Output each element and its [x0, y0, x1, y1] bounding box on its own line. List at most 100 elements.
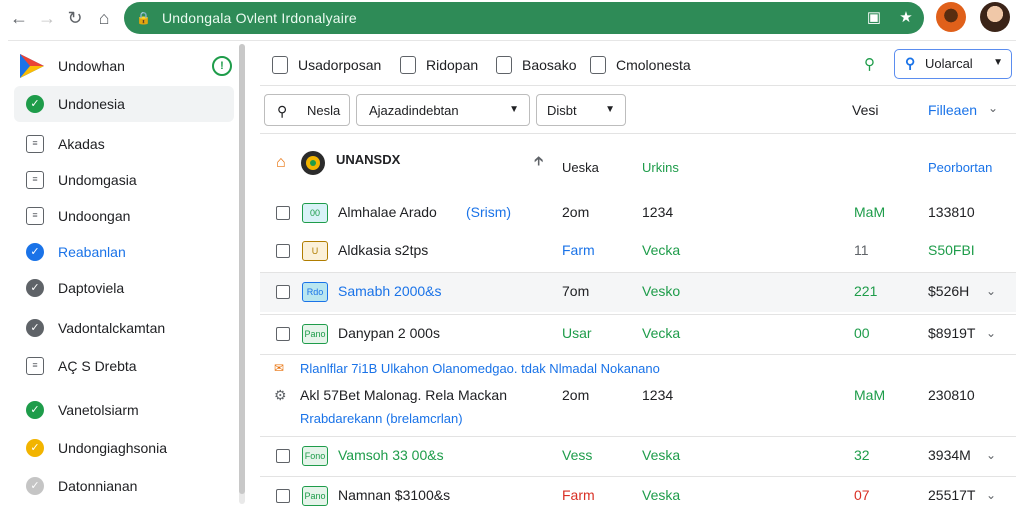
profile-avatar[interactable]	[980, 2, 1010, 32]
toolbar-select[interactable]: ⚲ Uolarcal ▼	[894, 49, 1012, 79]
arrow-left-icon[interactable]: ←	[8, 7, 30, 29]
row-col4: 32	[854, 447, 870, 463]
address-bar[interactable]: 🔒 Undongala Ovlent Irdonalyaire ▣ ★	[124, 2, 924, 34]
expanded-row-line3[interactable]: Rrabdarekann (brelamcrlan)	[300, 411, 463, 426]
home-icon: ⌂	[276, 154, 286, 171]
search-icon[interactable]: ⚲	[864, 55, 882, 73]
chevron-down-icon[interactable]: ⌄	[986, 488, 996, 502]
row-col4: 11	[854, 242, 869, 258]
sidebar-item-4[interactable]: ✓ Reabanlan	[14, 234, 234, 270]
table-row[interactable]: Pano Danypan 2 000s Usar Vecka 00 $8919T ⌄	[260, 314, 1016, 354]
table-row[interactable]: Fono Vamsoh 33 00&s Vess Veska 32 3934M ⌄	[260, 436, 1016, 476]
chevron-down-icon[interactable]: ⌄	[986, 448, 996, 462]
sidebar-item-label: Vadontalckamtan	[58, 320, 166, 336]
brand-name: Undowhan	[58, 58, 125, 74]
chevron-down-icon: ▼	[993, 57, 1003, 68]
column-header-name[interactable]: UNANSDX	[336, 152, 400, 167]
chevron-down-icon[interactable]: ⌄	[986, 326, 996, 340]
brand[interactable]: Undowhan !	[18, 50, 238, 84]
row-checkbox[interactable]	[276, 489, 290, 503]
tab-icon[interactable]: ▣	[864, 8, 884, 28]
sidebar-item-label: Akadas	[58, 136, 105, 152]
extension-avatar[interactable]	[936, 2, 966, 32]
row-checkbox[interactable]	[276, 285, 290, 299]
row-col3: Veska	[642, 487, 681, 503]
expanded-row-col3: 1234	[642, 387, 674, 403]
table-row[interactable]: Pano Namnan $3100&s Farm Veska 07 25517T ⌄	[260, 476, 1016, 512]
row-col5: $8919T	[928, 325, 976, 341]
row-tag: Fono	[302, 446, 328, 466]
check-grey-icon: ✓	[26, 477, 44, 495]
chevron-down-icon[interactable]: ⌄	[988, 101, 998, 115]
scrollbar-thumb[interactable]	[239, 44, 245, 494]
sidebar-item-label: Vanetolsiarm	[58, 402, 139, 418]
arrow-right-icon[interactable]: →	[36, 7, 58, 29]
row-col5: $526H	[928, 283, 970, 299]
row-checkbox[interactable]	[276, 206, 290, 220]
filter-dropdown-1[interactable]: Ajazadindebtan ▼	[356, 94, 530, 126]
search-button-label: Nesla	[307, 103, 341, 118]
row-name: Almhalae Arado	[338, 204, 437, 220]
row-col2: 2om	[562, 204, 590, 220]
sidebar-item-0[interactable]: ✓ Undonesia	[14, 86, 234, 122]
view-label[interactable]: Vesi	[852, 102, 878, 118]
row-col4: 07	[854, 487, 870, 503]
row-col2: Usar	[562, 325, 592, 341]
row-col5: 3934M	[928, 447, 971, 463]
column-header-5[interactable]: Peorbortan	[928, 160, 992, 175]
table-row[interactable]: 00 Almhalae Arado (Srism) 2om 1234 MaM 133810	[260, 194, 1016, 234]
info-circle-icon[interactable]: !	[212, 56, 232, 76]
sidebar-item-8[interactable]: ✓ Vanetolsiarm	[14, 392, 234, 428]
row-col3: Veska	[642, 447, 681, 463]
sidebar-item-9[interactable]: ✓ Undongiaghsonia	[14, 430, 234, 466]
sidebar-item-label: Undonesia	[58, 96, 125, 112]
sidebar-item-label: Undoongan	[58, 208, 131, 224]
expanded-row-col5: 230810	[928, 387, 975, 403]
sidebar-item-1[interactable]: ≡ Akadas	[14, 126, 234, 162]
sidebar-item-5[interactable]: ✓ Daptoviela	[14, 270, 234, 306]
row-checkbox[interactable]	[276, 244, 290, 258]
table-row[interactable]: U Aldkasia s2tps Farm Vecka 11 S50FBI	[260, 232, 1016, 272]
search-icon: ⚲	[905, 55, 916, 71]
row-col5: S50FBI	[928, 242, 975, 258]
star-icon[interactable]: ★	[896, 8, 916, 28]
row-name: Danypan 2 000s	[338, 325, 440, 341]
brand-logo-icon	[20, 54, 44, 78]
table-row[interactable]: Rdo Samabh 2000&s 7om Vesko 221 $526H ⌄	[260, 272, 1016, 312]
row-col3: 1234	[642, 204, 674, 220]
filter-dropdown-2[interactable]: Disbt ▼	[536, 94, 626, 126]
row-col2: 7om	[562, 283, 590, 299]
sidebar-item-7[interactable]: ≡ AÇ S Drebta	[14, 348, 234, 384]
sidebar-item-label: Undomgasia	[58, 172, 137, 188]
chart-icon: ≡	[26, 135, 44, 153]
sidebar-item-6[interactable]: ✓ Vadontalckamtan	[14, 310, 234, 346]
filter-dropdown-label: Ajazadindebtan	[369, 103, 459, 118]
sidebar-item-label: Reabanlan	[58, 244, 126, 260]
row-tag: Rdo	[302, 282, 328, 302]
sidebar-item-10[interactable]: ✓ Datonnianan	[14, 468, 234, 504]
column-header-3[interactable]: Urkins	[642, 160, 679, 175]
sort-arrow-icon[interactable]: 🡱	[534, 152, 543, 174]
expanded-row-col2: 2om	[562, 387, 590, 403]
sidebar-item-3[interactable]: ≡ Undoongan	[14, 198, 234, 234]
row-checkbox[interactable]	[276, 327, 290, 341]
reload-icon[interactable]: ↻	[64, 7, 86, 29]
url-text[interactable]: Undongala Ovlent Irdonalyaire	[162, 10, 357, 26]
search-button[interactable]: ⚲ Nesla	[264, 94, 350, 126]
row-col5: 25517T	[928, 487, 976, 503]
expanded-row[interactable]: ✉ Rlanlflar 7i1B Ulkahon Olanomedgao. td…	[260, 354, 1016, 436]
filter-link[interactable]: Filleaen	[928, 102, 977, 118]
column-header-2[interactable]: Ueska	[562, 160, 599, 175]
expanded-row-line1[interactable]: Rlanlflar 7i1B Ulkahon Olanomedgao. tdak…	[300, 361, 660, 376]
gear-icon: ✓	[26, 319, 44, 337]
document-icon: ≡	[26, 171, 44, 189]
home-icon[interactable]: ⌂	[93, 7, 115, 29]
lock-icon: ✓	[26, 243, 44, 261]
chevron-down-icon[interactable]: ⌄	[986, 284, 996, 298]
sidebar-scrollbar[interactable]	[239, 44, 245, 504]
row-name: Aldkasia s2tps	[338, 242, 429, 258]
lock-icon: 🔒	[136, 11, 151, 25]
row-col3: Vesko	[642, 283, 681, 299]
sidebar-item-2[interactable]: ≡ Undomgasia	[14, 162, 234, 198]
row-checkbox[interactable]	[276, 449, 290, 463]
